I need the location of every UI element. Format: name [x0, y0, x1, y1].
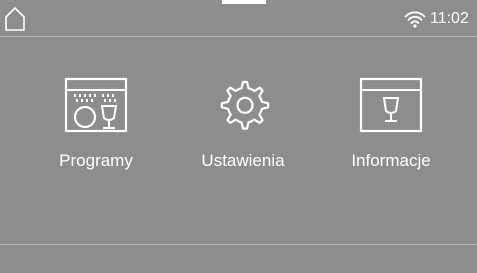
clock-time: 11:02: [430, 10, 469, 27]
bottom-divider: [0, 244, 477, 245]
home-icon: [4, 6, 26, 32]
settings-tile[interactable]: Ustawienia: [178, 70, 308, 180]
pull-down-handle[interactable]: [222, 0, 266, 4]
programs-tile[interactable]: Programy: [31, 70, 161, 180]
info-tile[interactable]: Informacje: [326, 70, 456, 180]
wifi-icon: [404, 10, 426, 28]
wine-glass-info-icon: [326, 70, 456, 140]
gear-icon: [178, 70, 308, 140]
dishwasher-home-screen: 11:02 Programy Ustawienia Informacje: [0, 0, 477, 273]
status-bar: 11:02: [0, 0, 477, 37]
programs-label: Programy: [59, 151, 133, 170]
info-label: Informacje: [351, 151, 431, 170]
home-button[interactable]: [4, 6, 26, 32]
settings-label: Ustawienia: [201, 151, 285, 170]
dishwasher-programs-icon: [31, 70, 161, 140]
